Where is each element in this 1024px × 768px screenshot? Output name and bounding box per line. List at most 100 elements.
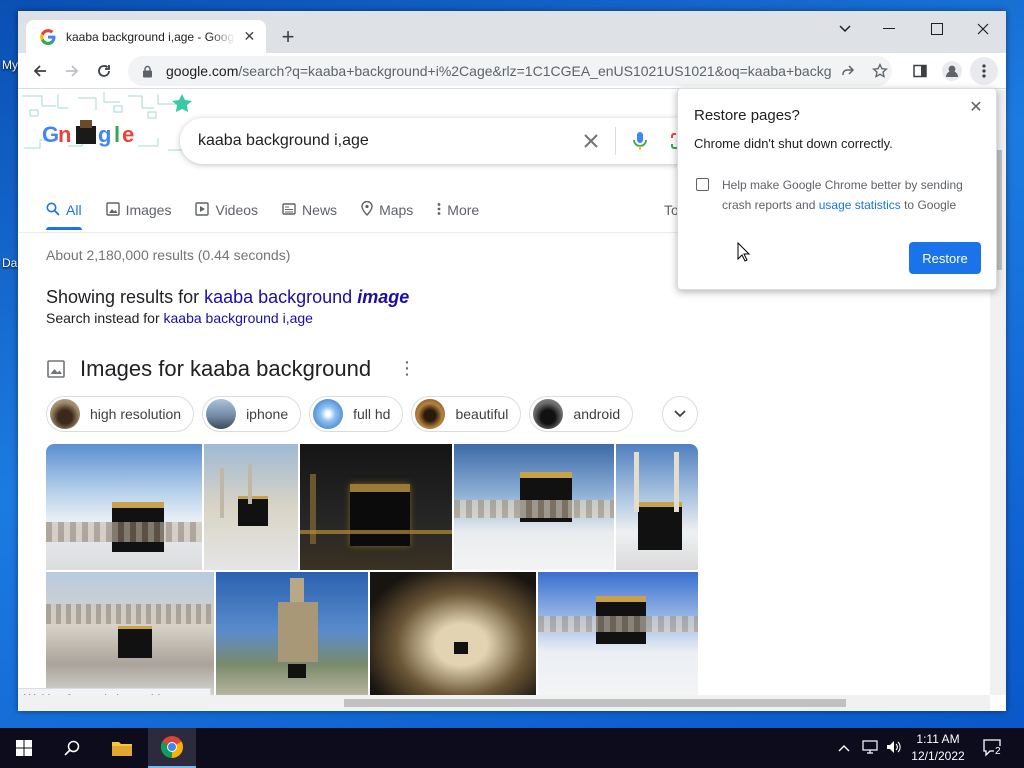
search-query-input[interactable]: kaaba background i,age [198, 132, 571, 150]
tab-label: News [302, 202, 338, 218]
forward-arrow-icon [66, 65, 79, 77]
image-results-grid [46, 444, 698, 695]
desktop-icon-label[interactable]: My [2, 58, 18, 72]
close-window-button[interactable] [960, 15, 1006, 43]
tab-news[interactable]: News [282, 192, 337, 228]
chip-android[interactable]: android [529, 396, 634, 432]
image-result-thumbnail[interactable] [204, 444, 298, 570]
restore-button[interactable]: Restore [909, 242, 981, 274]
chrome-taskbar-button[interactable] [148, 728, 196, 768]
url-text[interactable]: google.com/search?q=kaaba+background+i%2… [166, 63, 832, 79]
image-result-thumbnail[interactable] [370, 572, 536, 695]
original-query-link[interactable]: kaaba background i,age [164, 310, 313, 326]
browser-tab[interactable]: kaaba background i,age - Google Search ✕ [26, 20, 266, 53]
minimize-icon [883, 28, 895, 29]
corrected-query-link[interactable]: kaaba background image [204, 287, 409, 307]
show-hidden-icons-chevron-up-icon[interactable] [838, 740, 850, 755]
newspaper-icon [282, 202, 296, 219]
star-icon [872, 63, 888, 78]
search-divider [615, 127, 616, 155]
start-button[interactable] [0, 728, 48, 768]
kebab-icon [437, 202, 441, 219]
expand-chips-button[interactable] [662, 396, 698, 432]
close-tab-icon[interactable]: ✕ [241, 28, 258, 46]
image-result-thumbnail[interactable] [300, 444, 452, 570]
chip-label: beautiful [455, 406, 509, 422]
image-result-thumbnail[interactable] [216, 572, 368, 695]
bookmark-button[interactable] [866, 57, 894, 85]
maximize-button[interactable] [914, 15, 960, 43]
chip-thumbnail [533, 399, 564, 429]
tab-images[interactable]: Images [105, 192, 171, 228]
reload-button[interactable] [90, 57, 118, 85]
chip-thumbnail [206, 399, 237, 429]
tab-label: Videos [215, 202, 259, 218]
taskbar-search-button[interactable] [48, 728, 96, 768]
tab-search-button[interactable] [822, 15, 868, 43]
horizontal-scrollbar[interactable] [18, 695, 990, 711]
image-result-thumbnail[interactable] [616, 444, 698, 570]
network-icon[interactable] [862, 740, 878, 757]
dialog-title: Restore pages? [694, 107, 800, 124]
search-tabs: All Images Videos News Maps More [46, 192, 503, 232]
kebab-menu-icon [982, 64, 986, 78]
share-button[interactable] [834, 57, 862, 85]
chip-iphone[interactable]: iphone [202, 396, 302, 432]
chrome-menu-button[interactable] [970, 57, 998, 85]
clock-time: 1:11 AM [916, 732, 960, 746]
chevron-down-icon [839, 25, 851, 33]
horizontal-scroll-thumb[interactable] [344, 699, 846, 707]
image-icon [105, 201, 120, 219]
search-box[interactable]: kaaba background i,age [180, 118, 700, 164]
chip-full-hd[interactable]: full hd [309, 396, 404, 432]
desktop-icon-label[interactable]: Da [2, 256, 17, 270]
action-center-button[interactable]: 2 [982, 738, 1004, 758]
tab-maps[interactable]: Maps [361, 192, 413, 228]
lock-icon[interactable] [142, 64, 156, 78]
chevron-down-icon [674, 410, 686, 418]
images-options-kebab-icon[interactable]: ⋮ [398, 358, 416, 379]
image-result-thumbnail[interactable] [454, 444, 614, 570]
image-result-thumbnail[interactable] [538, 572, 698, 695]
images-heading-text[interactable]: Images for kaaba background [80, 356, 371, 382]
image-result-thumbnail[interactable] [46, 572, 214, 695]
crash-report-checkbox[interactable] [696, 178, 709, 191]
minimize-button[interactable] [866, 15, 912, 43]
side-panel-button[interactable] [906, 57, 934, 85]
chrome-logo-icon [161, 736, 183, 758]
svg-text:e: e [122, 122, 134, 147]
tab-videos[interactable]: Videos [195, 192, 258, 228]
chip-label: android [573, 406, 621, 422]
tab-more[interactable]: More [437, 192, 479, 228]
instead-prefix: Search instead for [46, 310, 164, 326]
chip-high-resolution[interactable]: high resolution [46, 396, 195, 432]
url-host: google.com [166, 63, 239, 79]
profile-avatar-icon [942, 61, 962, 81]
image-result-thumbnail[interactable] [46, 444, 202, 570]
chip-thumbnail [415, 399, 446, 429]
voice-search-button[interactable] [620, 121, 660, 161]
tab-title: kaaba background i,age - Google Search [66, 29, 235, 44]
clear-search-button[interactable] [571, 121, 611, 161]
system-clock[interactable]: 1:11 AM 12/1/2022 [898, 731, 978, 765]
new-tab-button[interactable]: + [276, 24, 300, 49]
google-doodle-logo[interactable]: G n g l e [18, 90, 200, 156]
back-button[interactable] [26, 57, 54, 85]
profile-button[interactable] [938, 57, 966, 85]
dialog-message: Chrome didn't shut down correctly. [694, 136, 893, 151]
crash-report-label: Help make Google Chrome better by sendin… [722, 175, 984, 215]
address-bar[interactable]: google.com/search?q=kaaba+background+i%2… [128, 56, 892, 86]
file-explorer-button[interactable] [98, 728, 146, 768]
chip-label: full hd [353, 406, 391, 422]
close-dialog-icon[interactable]: ✕ [966, 97, 986, 117]
usage-statistics-link[interactable]: usage statistics [819, 198, 901, 212]
back-arrow-icon [33, 65, 46, 77]
search-instead: Search instead for kaaba background i,ag… [46, 310, 313, 326]
chip-thumbnail [313, 399, 344, 429]
images-section-heading: Images for kaaba background [46, 356, 371, 382]
microphone-icon [633, 132, 647, 150]
forward-button[interactable] [58, 57, 86, 85]
chip-beautiful[interactable]: beautiful [411, 396, 522, 432]
clear-x-icon [584, 134, 598, 148]
tab-all[interactable]: All [46, 192, 82, 230]
